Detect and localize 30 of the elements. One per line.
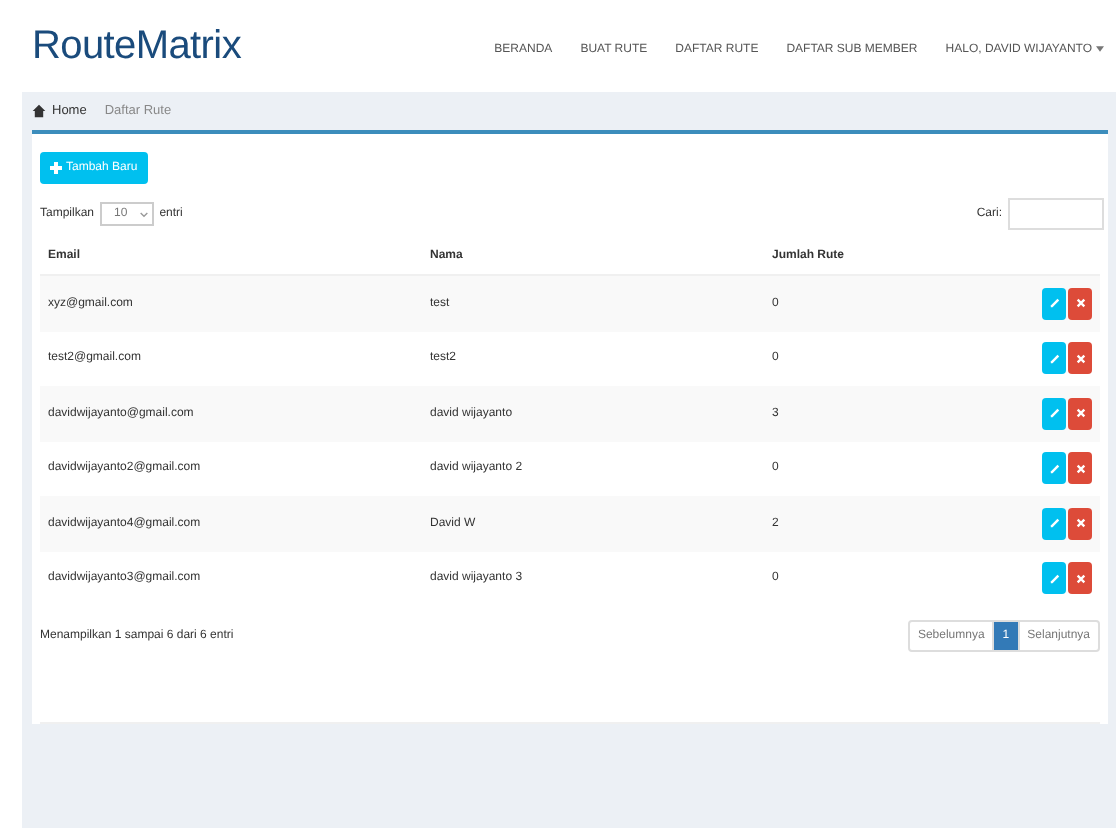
brand-logo[interactable]: RouteMatrix (32, 23, 242, 69)
edit-button[interactable] (1042, 342, 1066, 375)
pencil-icon (1049, 463, 1059, 474)
delete-button[interactable] (1068, 562, 1092, 595)
edit-button[interactable] (1042, 287, 1066, 320)
pencil-icon (1049, 408, 1059, 419)
plus-icon (50, 162, 62, 174)
close-icon (1075, 463, 1085, 474)
home-icon (32, 104, 46, 118)
pencil-icon (1049, 518, 1059, 529)
close-icon (1075, 408, 1085, 419)
delete-button[interactable] (1068, 342, 1092, 375)
search-field[interactable] (1008, 198, 1104, 230)
delete-button[interactable] (1068, 397, 1092, 430)
edit-button[interactable] (1042, 507, 1066, 540)
caret-icon (1096, 46, 1104, 52)
delete-button[interactable] (1068, 452, 1092, 485)
delete-button[interactable] (1068, 507, 1092, 540)
pencil-icon (1049, 353, 1059, 364)
close-icon (1075, 573, 1085, 584)
edit-button[interactable] (1042, 452, 1066, 485)
close-icon (1075, 518, 1085, 529)
close-icon (1075, 353, 1085, 364)
delete-button[interactable] (1068, 287, 1092, 320)
chevron-down-icon (139, 211, 148, 217)
close-icon (1075, 298, 1085, 309)
edit-button[interactable] (1042, 562, 1066, 595)
pencil-icon (1049, 298, 1059, 309)
pencil-icon (1049, 573, 1059, 584)
edit-button[interactable] (1042, 397, 1066, 430)
